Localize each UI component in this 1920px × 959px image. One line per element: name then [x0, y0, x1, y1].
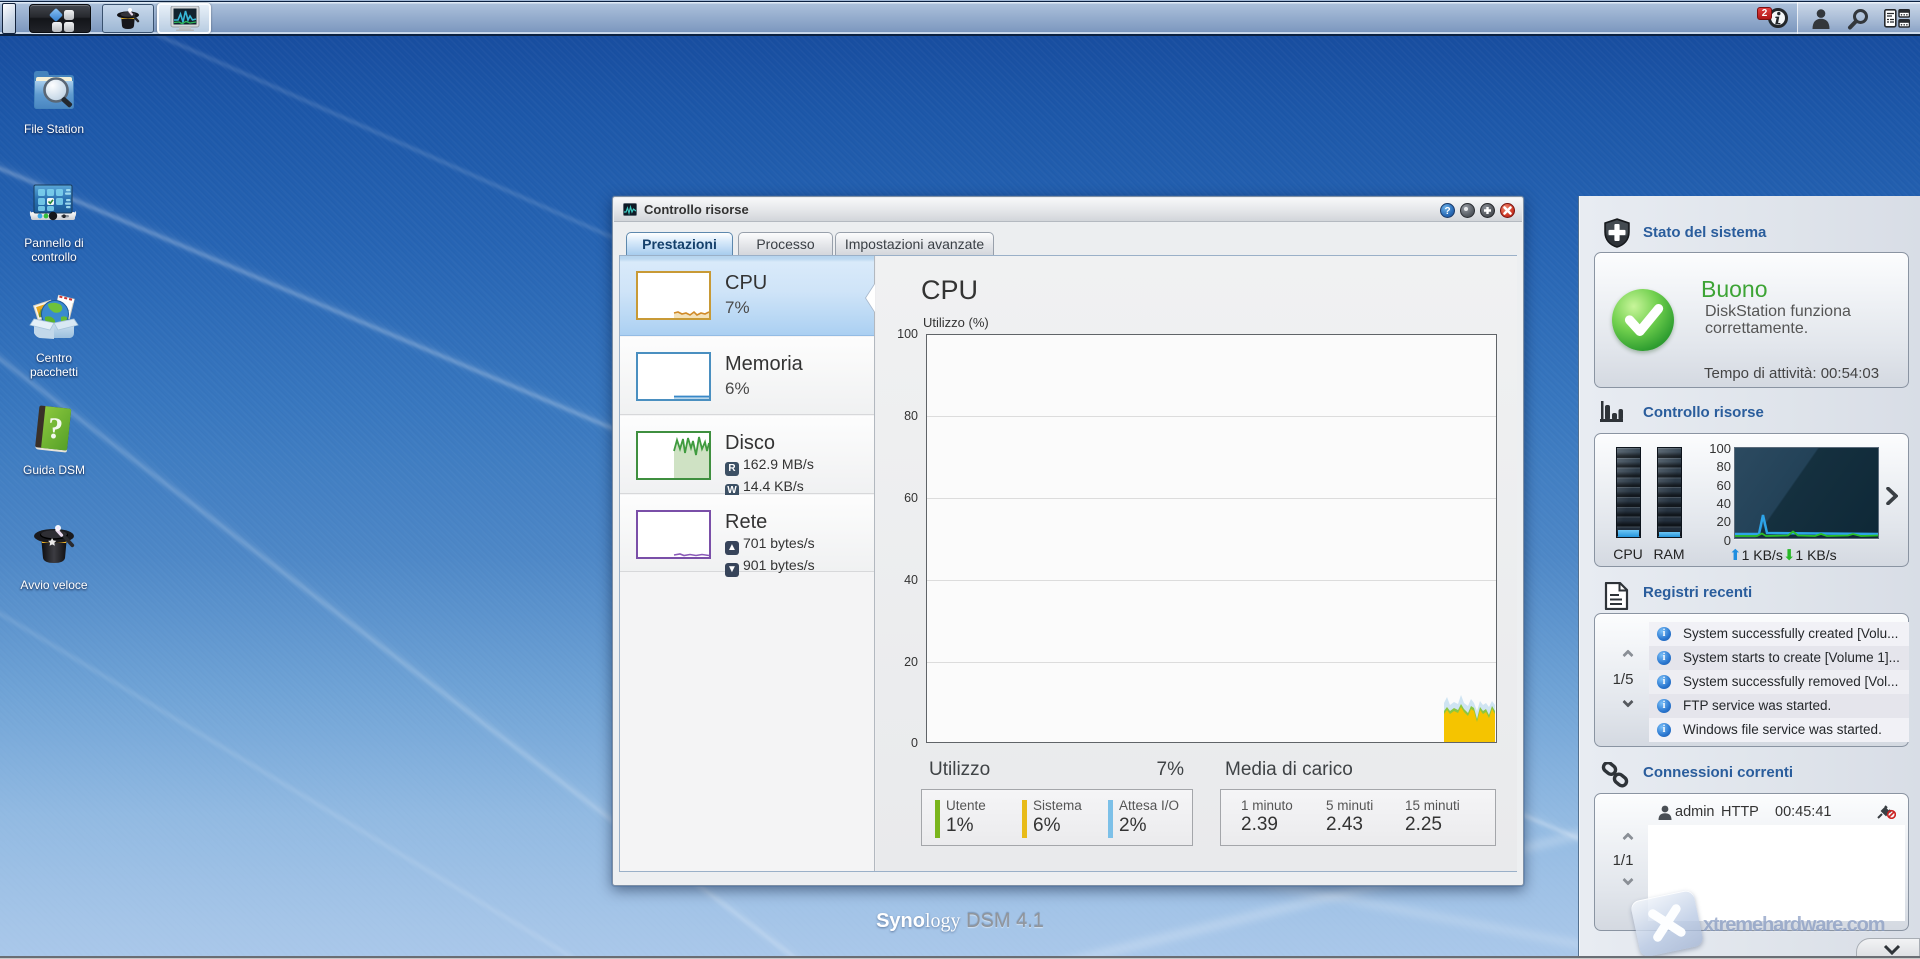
svg-text:?: ? — [1444, 206, 1450, 217]
